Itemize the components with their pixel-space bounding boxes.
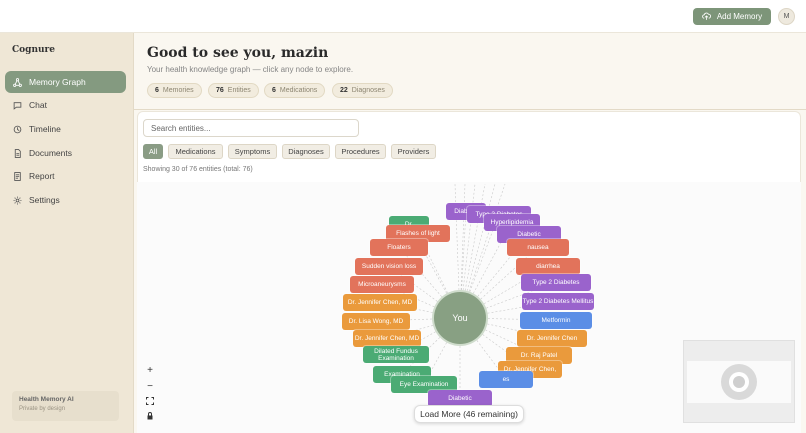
graph-node[interactable]: Sudden vision loss bbox=[355, 258, 423, 275]
gear-icon bbox=[13, 196, 22, 204]
entity-count-text: Showing 30 of 76 entities (total: 76) bbox=[143, 166, 253, 173]
sidebar-item-settings[interactable]: Settings bbox=[5, 189, 126, 211]
sidebar-item-label: Settings bbox=[29, 195, 60, 205]
sidebar-item-label: Chat bbox=[29, 100, 47, 110]
sidebar-footer: Health Memory AI Private by design bbox=[12, 391, 119, 421]
stat-count: 6 bbox=[272, 87, 276, 94]
graph-node[interactable]: Dr. Jennifer Chen, MD bbox=[353, 330, 421, 347]
zoom-in-button[interactable]: + bbox=[143, 363, 157, 377]
clock-icon bbox=[13, 125, 22, 133]
graph-node[interactable]: Microaneurysms bbox=[350, 276, 414, 293]
minimap[interactable] bbox=[683, 340, 795, 423]
filter-providers[interactable]: Providers bbox=[391, 144, 436, 159]
stat-label: Entities bbox=[227, 87, 251, 94]
app-window: Add Memory M Cognure Memory Graph Chat T… bbox=[0, 0, 806, 433]
stat-memories: 6 Memories bbox=[147, 83, 202, 98]
graph-node[interactable]: Type 2 Diabetes bbox=[521, 274, 591, 291]
search-input[interactable] bbox=[143, 119, 359, 137]
sidebar-item-report[interactable]: Report bbox=[5, 165, 126, 187]
footer-title: Health Memory AI bbox=[19, 396, 74, 403]
stat-count: 6 bbox=[155, 87, 159, 94]
sidebar-item-timeline[interactable]: Timeline bbox=[5, 118, 126, 140]
page-title: Good to see you, mazin bbox=[147, 45, 329, 61]
fit-view-button[interactable] bbox=[143, 394, 157, 408]
stat-medications: 6 Medications bbox=[264, 83, 326, 98]
graph-node[interactable]: diarrhea bbox=[516, 258, 580, 275]
zoom-out-button[interactable]: − bbox=[143, 379, 157, 393]
stat-entities: 76 Entities bbox=[208, 83, 259, 98]
sidebar: Cognure Memory Graph Chat Timeline Docum… bbox=[0, 33, 134, 433]
filter-all[interactable]: All bbox=[143, 144, 163, 159]
add-memory-label: Add Memory bbox=[716, 12, 763, 21]
upload-cloud-icon bbox=[702, 12, 711, 20]
stat-count: 22 bbox=[340, 87, 348, 94]
center-node-you[interactable]: You bbox=[434, 292, 486, 344]
page-subtitle: Your health knowledge graph — click any … bbox=[147, 65, 354, 74]
chat-icon bbox=[13, 101, 22, 110]
graph-node[interactable]: Dilated Fundus Examination bbox=[363, 346, 429, 363]
sidebar-item-memory-graph[interactable]: Memory Graph bbox=[5, 71, 126, 93]
filter-procedures[interactable]: Procedures bbox=[335, 144, 386, 159]
stat-label: Diagnoses bbox=[351, 87, 385, 94]
graph-node[interactable]: Dr. Jennifer Chen bbox=[517, 330, 587, 347]
sidebar-item-chat[interactable]: Chat bbox=[5, 94, 126, 116]
filter-diagnoses[interactable]: Diagnoses bbox=[282, 144, 330, 159]
stat-count: 76 bbox=[216, 87, 224, 94]
add-memory-button[interactable]: Add Memory bbox=[693, 8, 771, 25]
graph-node[interactable]: nausea bbox=[507, 239, 569, 256]
sidebar-item-label: Documents bbox=[29, 148, 72, 158]
graph-node[interactable]: Dr. Lisa Wong, MD bbox=[342, 313, 410, 330]
footer-subtitle: Private by design bbox=[19, 406, 66, 412]
sidebar-item-label: Timeline bbox=[29, 124, 61, 134]
stat-label: Medications bbox=[279, 87, 318, 94]
graph-node[interactable]: Floaters bbox=[370, 239, 428, 256]
document-icon bbox=[14, 148, 21, 158]
graph-node[interactable]: Type 2 Diabetes Mellitus bbox=[522, 293, 594, 310]
load-more-button[interactable]: Load More (46 remaining) bbox=[414, 405, 524, 423]
filter-medications[interactable]: Medications bbox=[168, 144, 223, 159]
sidebar-item-label: Report bbox=[29, 171, 55, 181]
graph-node[interactable]: es bbox=[479, 371, 533, 388]
minimap-graph bbox=[721, 364, 757, 400]
filter-symptoms[interactable]: Symptoms bbox=[228, 144, 277, 159]
top-bar: Add Memory M bbox=[0, 0, 806, 33]
minimap-viewport bbox=[687, 361, 791, 403]
graph-node[interactable]: Dr. Jennifer Chen, MD bbox=[343, 294, 417, 311]
sidebar-item-label: Memory Graph bbox=[29, 77, 86, 87]
fit-view-icon bbox=[146, 397, 154, 405]
graph-node[interactable]: Metformin bbox=[520, 312, 592, 329]
brand-logo: Cognure bbox=[12, 45, 56, 55]
report-icon bbox=[14, 171, 21, 181]
divider bbox=[134, 109, 806, 110]
graph-icon bbox=[13, 77, 22, 87]
stat-label: Memories bbox=[162, 87, 194, 94]
stat-diagnoses: 22 Diagnoses bbox=[332, 83, 393, 98]
lock-button[interactable] bbox=[143, 409, 157, 423]
avatar[interactable]: M bbox=[778, 8, 795, 25]
sidebar-item-documents[interactable]: Documents bbox=[5, 142, 126, 164]
lock-icon bbox=[147, 412, 153, 420]
